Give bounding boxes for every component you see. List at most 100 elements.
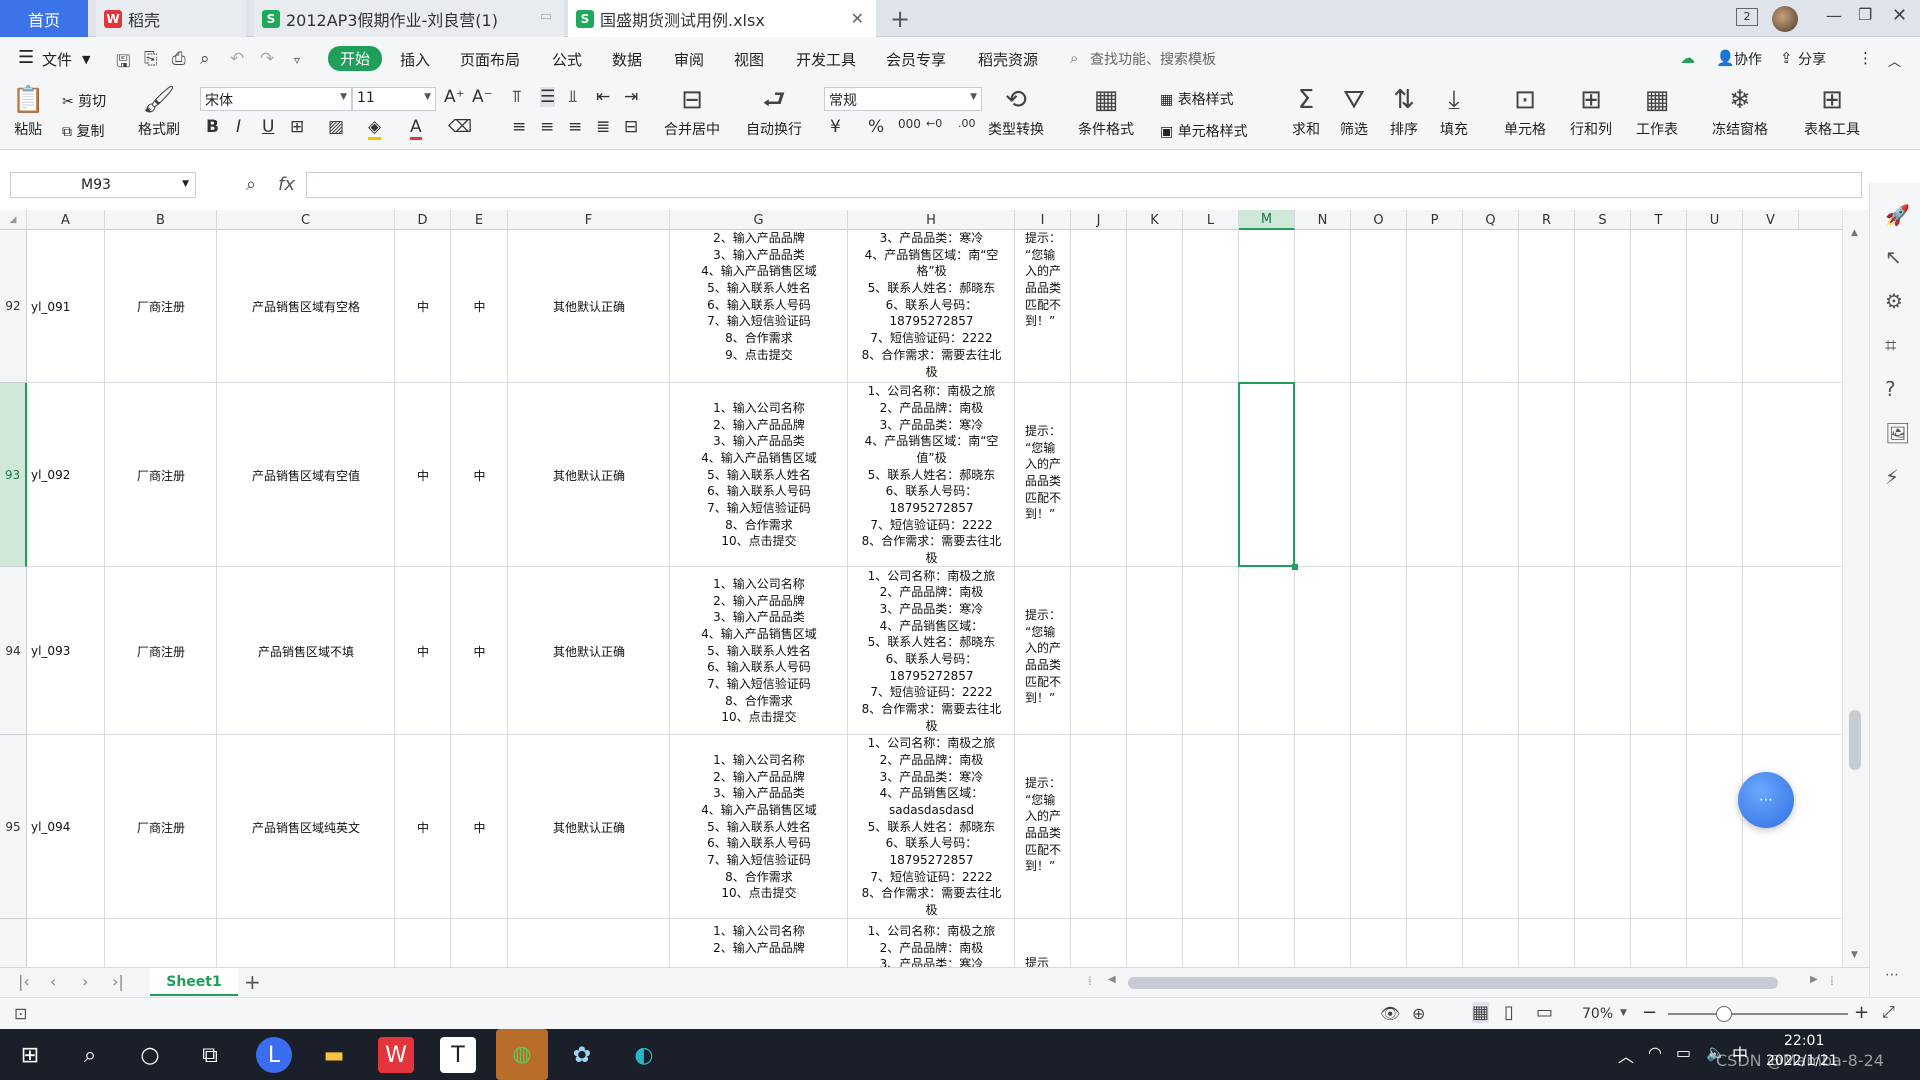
cell-f-precondition[interactable]: 其他默认正确	[508, 567, 670, 735]
crop-icon[interactable]: ⌗	[1885, 333, 1896, 357]
zoom-slider[interactable]	[1668, 1013, 1848, 1015]
menu-member[interactable]: 会员专享	[886, 49, 946, 70]
column-header-r[interactable]: R	[1519, 210, 1575, 230]
align-bottom-icon[interactable]: ⫫	[568, 87, 578, 107]
row-column-button[interactable]: ⊞ 行和列	[1570, 85, 1612, 139]
cell-b-module[interactable]: 厂商注册	[105, 230, 217, 383]
cell-f-precondition[interactable]	[508, 919, 670, 967]
save-icon[interactable]: 🖫	[116, 49, 130, 78]
cell-d-priority[interactable]: 中	[395, 230, 451, 383]
row-header-95[interactable]: 95	[0, 735, 27, 919]
currency-icon[interactable]: ¥	[830, 117, 841, 137]
function-icon[interactable]: fx	[278, 174, 295, 195]
cell-style-button[interactable]: ▣ 单元格样式	[1160, 121, 1248, 141]
feature-search[interactable]: 查找功能、搜索模板	[1090, 49, 1216, 69]
row-header-93[interactable]: 93	[0, 383, 27, 567]
cell-g-steps[interactable]: 1、输入公司名称 2、输入产品品牌 3、输入产品品类 4、输入产品销售区域 5、输入联系…	[672, 383, 846, 567]
justify-icon[interactable]: ≣	[596, 117, 610, 137]
menu-developer[interactable]: 开发工具	[796, 49, 856, 70]
font-name-select[interactable]: 宋体 ▼	[200, 87, 352, 111]
indent-decrease-icon[interactable]: ⇤	[596, 87, 610, 107]
share-icon[interactable]: ⇪	[1780, 49, 1793, 67]
cell-c-title[interactable]	[217, 919, 395, 967]
cell-c-title[interactable]: 产品销售区域纯英文	[217, 735, 395, 919]
page-layout-view-icon[interactable]: ▯	[1504, 1002, 1514, 1023]
menu-formula[interactable]: 公式	[552, 49, 582, 70]
select-all-corner[interactable]: ◢	[0, 210, 27, 230]
align-center-icon[interactable]: ≡	[540, 117, 554, 137]
cell-i-expected[interactable]: 提示	[1017, 919, 1069, 967]
cell-h-data[interactable]: 3、产品品类：寒冷 4、产品销售区域：南“空 格”极 5、联系人姓名：郝晓东 6、联系人…	[850, 230, 1013, 383]
column-header-v[interactable]: V	[1743, 210, 1799, 230]
selected-cell-m93[interactable]	[1238, 382, 1295, 567]
increase-decimal-icon[interactable]: ←0	[926, 117, 942, 130]
column-header-a[interactable]: A	[27, 210, 105, 230]
cell-g-steps[interactable]: 1、输入公司名称 2、输入产品品牌	[672, 919, 846, 967]
cut-button[interactable]: ✂ 剪切	[62, 91, 106, 111]
column-header-c[interactable]: C	[217, 210, 395, 230]
scroll-left-icon[interactable]: ◀	[1108, 974, 1116, 985]
fullscreen-icon[interactable]: ⤢	[1882, 1002, 1895, 1022]
horizontal-scrollbar-thumb[interactable]	[1128, 977, 1778, 989]
macro-record-icon[interactable]: ⊡	[14, 1004, 27, 1023]
tab-doc1[interactable]: S 2012AP3假期作业-刘良营(1) ▭	[254, 0, 564, 37]
column-header-d[interactable]: D	[395, 210, 451, 230]
indent-increase-icon[interactable]: ⇥	[624, 87, 638, 107]
scroll-right-icon[interactable]: ▶	[1810, 974, 1818, 985]
cortana-icon[interactable]: ○	[132, 1037, 168, 1073]
split-handle-right[interactable]: ⁞	[1830, 974, 1834, 988]
zoom-level[interactable]: 70%	[1582, 1006, 1613, 1022]
cloud-sync-icon[interactable]: ☁	[1680, 49, 1695, 67]
menu-data[interactable]: 数据	[612, 49, 642, 70]
cell-e-level[interactable]: 中	[451, 735, 508, 919]
wifi-icon[interactable]: ◠	[1648, 1043, 1662, 1062]
worksheet-button[interactable]: ▦ 工作表	[1636, 85, 1678, 139]
page-break-view-icon[interactable]: ▭	[1536, 1002, 1553, 1023]
underline-icon[interactable]: U	[262, 117, 274, 137]
copy-button[interactable]: ⧉ 复制	[62, 121, 104, 141]
scroll-thumb[interactable]	[1849, 710, 1861, 770]
column-header-m[interactable]: M	[1239, 210, 1295, 230]
rocket-icon[interactable]: 🚀	[1885, 203, 1910, 227]
cell-b-module[interactable]: 厂商注册	[105, 567, 217, 735]
cell-e-level[interactable]: 中	[451, 230, 508, 383]
column-header-o[interactable]: O	[1351, 210, 1407, 230]
minimize-window-icon[interactable]: —	[1826, 6, 1842, 25]
task-view-icon[interactable]: ⧉	[192, 1037, 228, 1073]
column-header-i[interactable]: I	[1015, 210, 1071, 230]
column-header-l[interactable]: L	[1183, 210, 1239, 230]
eye-protection-icon[interactable]: 👁	[1380, 1004, 1400, 1023]
cell-i-expected[interactable]: 提示： “您输 入的产 品品类 匹配不 到！”	[1017, 567, 1069, 735]
bold-icon[interactable]: B	[206, 117, 219, 137]
increase-font-icon[interactable]: A⁺	[444, 87, 465, 107]
cell-d-priority[interactable]: 中	[395, 735, 451, 919]
wps-office-icon[interactable]: W	[378, 1037, 414, 1073]
vertical-scrollbar[interactable]: ▲ ▼	[1842, 210, 1869, 967]
prev-sheet-icon[interactable]: ‹	[50, 972, 56, 991]
freeze-panes-button[interactable]: ❄ 冻结窗格	[1712, 85, 1768, 139]
row-header-92[interactable]: 92	[0, 230, 27, 383]
tab-wps[interactable]: W 稻壳	[96, 0, 246, 37]
settings-sliders-icon[interactable]: ⚙	[1885, 289, 1903, 313]
sheet-tab-sheet1[interactable]: Sheet1	[150, 968, 238, 996]
table-tools-button[interactable]: ⊞ 表格工具	[1804, 85, 1860, 139]
italic-icon[interactable]: I	[236, 117, 241, 137]
floating-assistant-button[interactable]: ⋯	[1738, 772, 1794, 828]
app-flower-icon[interactable]: ✿	[564, 1037, 600, 1073]
share-button[interactable]: 分享	[1798, 49, 1826, 69]
search-icon[interactable]: ⌕	[72, 1037, 108, 1073]
wechat-icon[interactable]: ◍	[496, 1029, 548, 1080]
column-header-u[interactable]: U	[1687, 210, 1743, 230]
spreadsheet-grid[interactable]: ◢ A B C D E F G H I J K L M N O P Q R S T U V 92 yl_091 厂商注册 产品销售…	[0, 210, 1869, 967]
more-options-icon[interactable]: ⋮	[1858, 49, 1873, 67]
add-sheet-icon[interactable]: +	[244, 970, 261, 994]
scroll-down-icon[interactable]: ▼	[1851, 950, 1858, 960]
cell-g-steps[interactable]: 2、输入产品品牌 3、输入产品品类 4、输入产品销售区域 5、输入联系人姓名 6、输入联…	[672, 230, 846, 383]
undo-icon[interactable]: ↶	[230, 49, 244, 69]
menu-review[interactable]: 审阅	[674, 49, 704, 70]
cell-e-level[interactable]: 中	[451, 383, 508, 567]
column-header-g[interactable]: G	[670, 210, 848, 230]
sort-button[interactable]: ⇅ 排序	[1390, 85, 1418, 139]
border-icon[interactable]: ⊞	[290, 117, 304, 137]
cell-c-title[interactable]: 产品销售区域不填	[217, 567, 395, 735]
